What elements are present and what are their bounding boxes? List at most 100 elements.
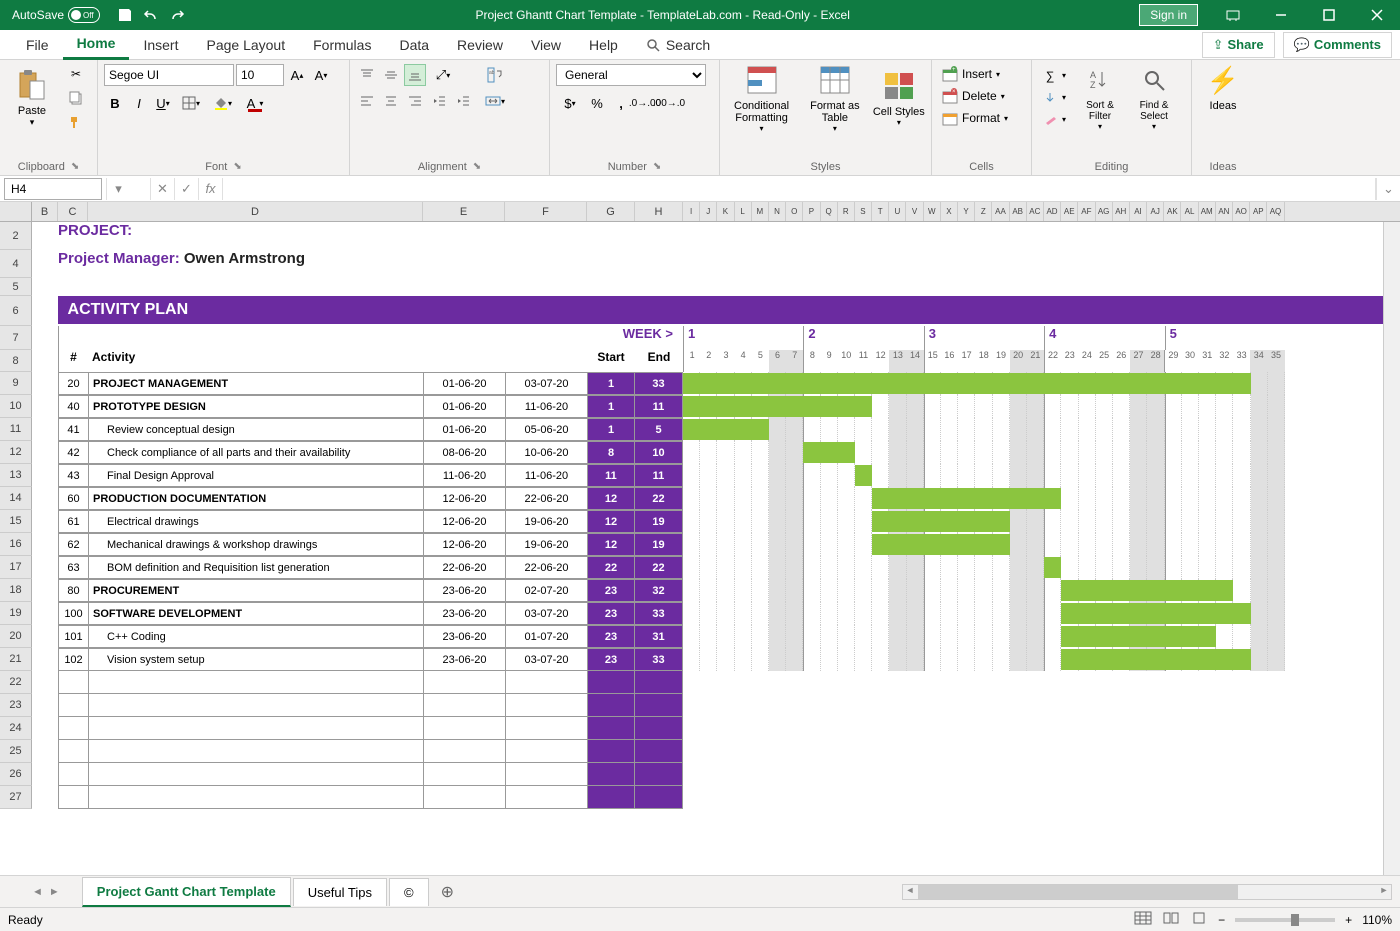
empty-cell[interactable] [587, 763, 635, 786]
task-number[interactable]: 41 [58, 418, 88, 441]
row-header[interactable]: 25 [0, 740, 32, 763]
clipboard-dialog-icon[interactable]: ⬊ [71, 161, 79, 173]
align-right-icon[interactable] [404, 90, 426, 112]
sort-filter-button[interactable]: AZSort & Filter▾ [1076, 64, 1124, 131]
format-painter-button[interactable] [64, 112, 88, 132]
col-header[interactable]: I [683, 202, 700, 221]
col-header[interactable]: AN [1216, 202, 1233, 221]
col-header[interactable]: V [906, 202, 923, 221]
task-end[interactable]: 5 [635, 418, 683, 441]
task-end[interactable]: 22 [635, 487, 683, 510]
empty-cell[interactable] [423, 763, 505, 786]
col-header[interactable]: AJ [1147, 202, 1164, 221]
row-header[interactable]: 9 [0, 372, 32, 395]
align-center-icon[interactable] [380, 90, 402, 112]
number-dialog-icon[interactable]: ⬊ [653, 161, 661, 173]
col-header[interactable]: D [88, 202, 423, 221]
row-header[interactable]: 15 [0, 510, 32, 533]
task-activity[interactable]: PROTOTYPE DESIGN [88, 395, 423, 418]
find-select-button[interactable]: Find & Select▾ [1130, 64, 1178, 131]
task-date2[interactable]: 01-07-20 [505, 625, 587, 648]
task-date1[interactable]: 23-06-20 [423, 602, 505, 625]
col-header[interactable]: AL [1181, 202, 1198, 221]
task-number[interactable]: 63 [58, 556, 88, 579]
col-header[interactable]: L [735, 202, 752, 221]
align-bottom-icon[interactable] [404, 64, 426, 86]
signin-button[interactable]: Sign in [1139, 4, 1198, 26]
task-date1[interactable]: 22-06-20 [423, 556, 505, 579]
task-number[interactable]: 61 [58, 510, 88, 533]
col-header[interactable]: M [752, 202, 769, 221]
task-activity[interactable]: BOM definition and Requisition list gene… [88, 556, 423, 579]
task-number[interactable]: 60 [58, 487, 88, 510]
formula-input[interactable] [222, 178, 1376, 200]
task-end[interactable]: 33 [635, 372, 683, 395]
view-normal-icon[interactable] [1134, 911, 1152, 928]
row-header[interactable]: 5 [0, 278, 32, 296]
col-header[interactable]: R [838, 202, 855, 221]
decrease-indent-icon[interactable] [428, 90, 450, 112]
task-date1[interactable]: 12-06-20 [423, 487, 505, 510]
task-date1[interactable]: 12-06-20 [423, 533, 505, 556]
view-page-layout-icon[interactable] [1162, 911, 1180, 928]
empty-cell[interactable] [423, 717, 505, 740]
undo-icon[interactable] [142, 6, 160, 24]
task-date1[interactable]: 01-06-20 [423, 418, 505, 441]
tab-formulas[interactable]: Formulas [299, 31, 385, 59]
empty-cell[interactable] [635, 717, 683, 740]
row-header[interactable]: 22 [0, 671, 32, 694]
percent-format-icon[interactable]: % [586, 92, 608, 114]
decrease-decimal-icon[interactable]: .00→.0 [658, 92, 680, 114]
expand-formula-icon[interactable]: ⌄ [1376, 178, 1400, 200]
task-end[interactable]: 31 [635, 625, 683, 648]
save-icon[interactable] [116, 6, 134, 24]
tab-home[interactable]: Home [63, 29, 130, 60]
conditional-formatting-button[interactable]: Conditional Formatting▾ [726, 64, 797, 133]
row-header[interactable]: 21 [0, 648, 32, 671]
wrap-text-button[interactable]: ab [480, 64, 510, 86]
close-icon[interactable] [1354, 0, 1400, 30]
row-header[interactable]: 10 [0, 395, 32, 418]
col-header[interactable]: AF [1078, 202, 1095, 221]
col-header[interactable]: Y [958, 202, 975, 221]
empty-cell[interactable] [587, 717, 635, 740]
clear-button[interactable]: ▾ [1038, 110, 1070, 130]
zoom-in-icon[interactable]: + [1345, 913, 1352, 927]
empty-cell[interactable] [505, 717, 587, 740]
row-header[interactable]: 2 [0, 222, 32, 250]
task-number[interactable]: 102 [58, 648, 88, 671]
task-end[interactable]: 22 [635, 556, 683, 579]
format-as-table-button[interactable]: Format as Table▾ [803, 64, 867, 133]
empty-cell[interactable] [88, 740, 423, 763]
col-header[interactable]: U [889, 202, 906, 221]
task-start[interactable]: 1 [587, 372, 635, 395]
empty-cell[interactable] [635, 740, 683, 763]
empty-cell[interactable] [635, 671, 683, 694]
fx-icon[interactable]: fx [198, 178, 222, 200]
align-left-icon[interactable] [356, 90, 378, 112]
row-header[interactable]: 23 [0, 694, 32, 717]
horizontal-scrollbar[interactable]: ◄ ► [902, 884, 1392, 900]
row-header[interactable]: 24 [0, 717, 32, 740]
task-start[interactable]: 23 [587, 602, 635, 625]
search-button[interactable]: Search [632, 31, 724, 59]
cell-styles-button[interactable]: Cell Styles▾ [873, 64, 925, 133]
align-top-icon[interactable] [356, 64, 378, 86]
empty-cell[interactable] [423, 786, 505, 809]
sheet-nav-next-icon[interactable]: ► [47, 884, 62, 900]
col-header[interactable]: Z [975, 202, 992, 221]
task-start[interactable]: 22 [587, 556, 635, 579]
task-activity[interactable]: Check compliance of all parts and their … [88, 441, 423, 464]
empty-cell[interactable] [635, 694, 683, 717]
sheet-tab-2[interactable]: Useful Tips [293, 878, 387, 906]
paste-button[interactable]: Paste▾ [6, 64, 58, 132]
row-header[interactable]: 7 [0, 326, 32, 350]
row-header[interactable]: 20 [0, 625, 32, 648]
task-date2[interactable]: 05-06-20 [505, 418, 587, 441]
row-header[interactable]: 17 [0, 556, 32, 579]
bold-button[interactable]: B [104, 92, 126, 114]
row-header[interactable]: 18 [0, 579, 32, 602]
task-date2[interactable]: 11-06-20 [505, 464, 587, 487]
task-end[interactable]: 19 [635, 533, 683, 556]
empty-cell[interactable] [58, 671, 88, 694]
